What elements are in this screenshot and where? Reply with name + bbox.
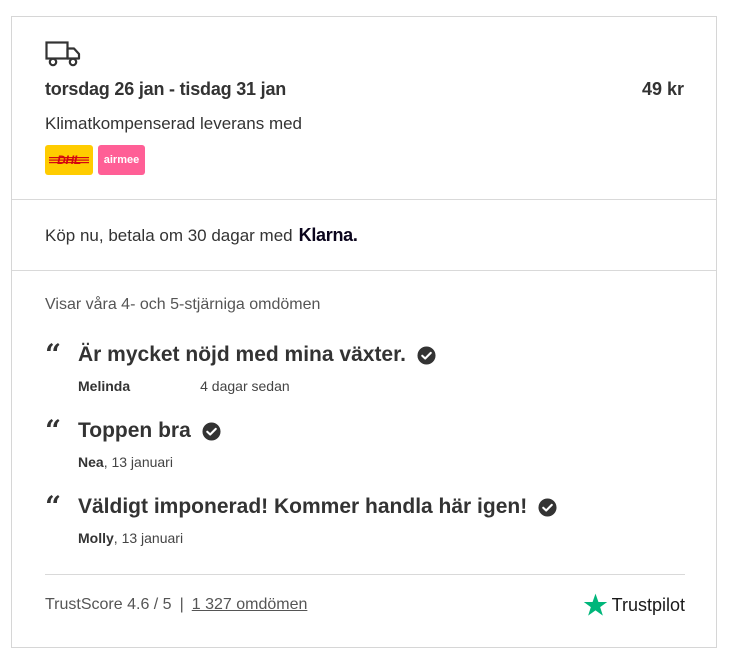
airmee-label: airmee [103, 154, 140, 166]
quote-icon: “ [45, 490, 62, 523]
verified-check-icon [538, 497, 557, 517]
separator: | [179, 596, 184, 613]
truck-icon [45, 41, 81, 67]
review-title-wrap: Är mycket nöjd med mina växter. [78, 343, 436, 367]
product-info-card: torsdag 26 jan - tisdag 31 jan 49 kr Kli… [11, 16, 717, 648]
quote-icon: “ [45, 338, 62, 371]
trustpilot-star-icon [583, 593, 607, 616]
divider [45, 574, 685, 575]
review-date: 13 januari [121, 530, 184, 546]
review-meta: Nea, 13 januari [78, 454, 173, 470]
review-meta: Molly, 13 januari [78, 530, 184, 546]
trustpilot-logo[interactable]: Trustpilot [582, 592, 685, 618]
delivery-dates: torsdag 26 jan - tisdag 31 jan [45, 79, 287, 99]
review-title-wrap: Väldigt imponerad! Kommer handla här ige… [78, 495, 557, 519]
review-count-link[interactable]: 1 327 omdömen [192, 596, 308, 614]
divider [12, 270, 716, 271]
review-author: Melinda [78, 378, 131, 394]
klarna-text: Köp nu, betala om 30 dagar med [45, 226, 293, 245]
review-title: Är mycket nöjd med mina växter. [78, 343, 406, 366]
review-date: 4 dagar sedan [200, 378, 290, 394]
reviews-intro: Visar våra 4- och 5-stjärniga omdömen [45, 296, 321, 313]
dhl-label: DHL [57, 153, 81, 167]
verified-check-icon [417, 345, 436, 365]
verified-check-icon [202, 421, 221, 441]
trustscore-label: TrustScore 4.6 / 5 [45, 596, 172, 613]
airmee-logo: airmee [98, 145, 145, 175]
divider [12, 199, 716, 200]
climate-compensated-text: Klimatkompenserad leverans med [45, 114, 303, 133]
review-meta: Melinda 4 dagar sedan [78, 378, 290, 394]
review-title-wrap: Toppen bra [78, 419, 221, 443]
review-title: Toppen bra [78, 419, 191, 442]
redacted-area [134, 381, 196, 391]
review-date: 13 januari [111, 454, 173, 470]
trustscore-row: TrustScore 4.6 / 5 | 1 327 omdömen [45, 596, 307, 614]
quote-icon: “ [45, 414, 62, 447]
trustpilot-label: Trustpilot [611, 594, 685, 615]
dhl-logo: DHL [45, 145, 93, 175]
klarna-payment-row: Köp nu, betala om 30 dagar med Klarna. [45, 225, 358, 246]
klarna-logo: Klarna. [298, 225, 358, 245]
review-author: Nea [78, 454, 104, 470]
review-title: Väldigt imponerad! Kommer handla här ige… [78, 495, 528, 518]
delivery-price: 49 kr [641, 79, 684, 99]
review-author: Molly [78, 530, 114, 546]
